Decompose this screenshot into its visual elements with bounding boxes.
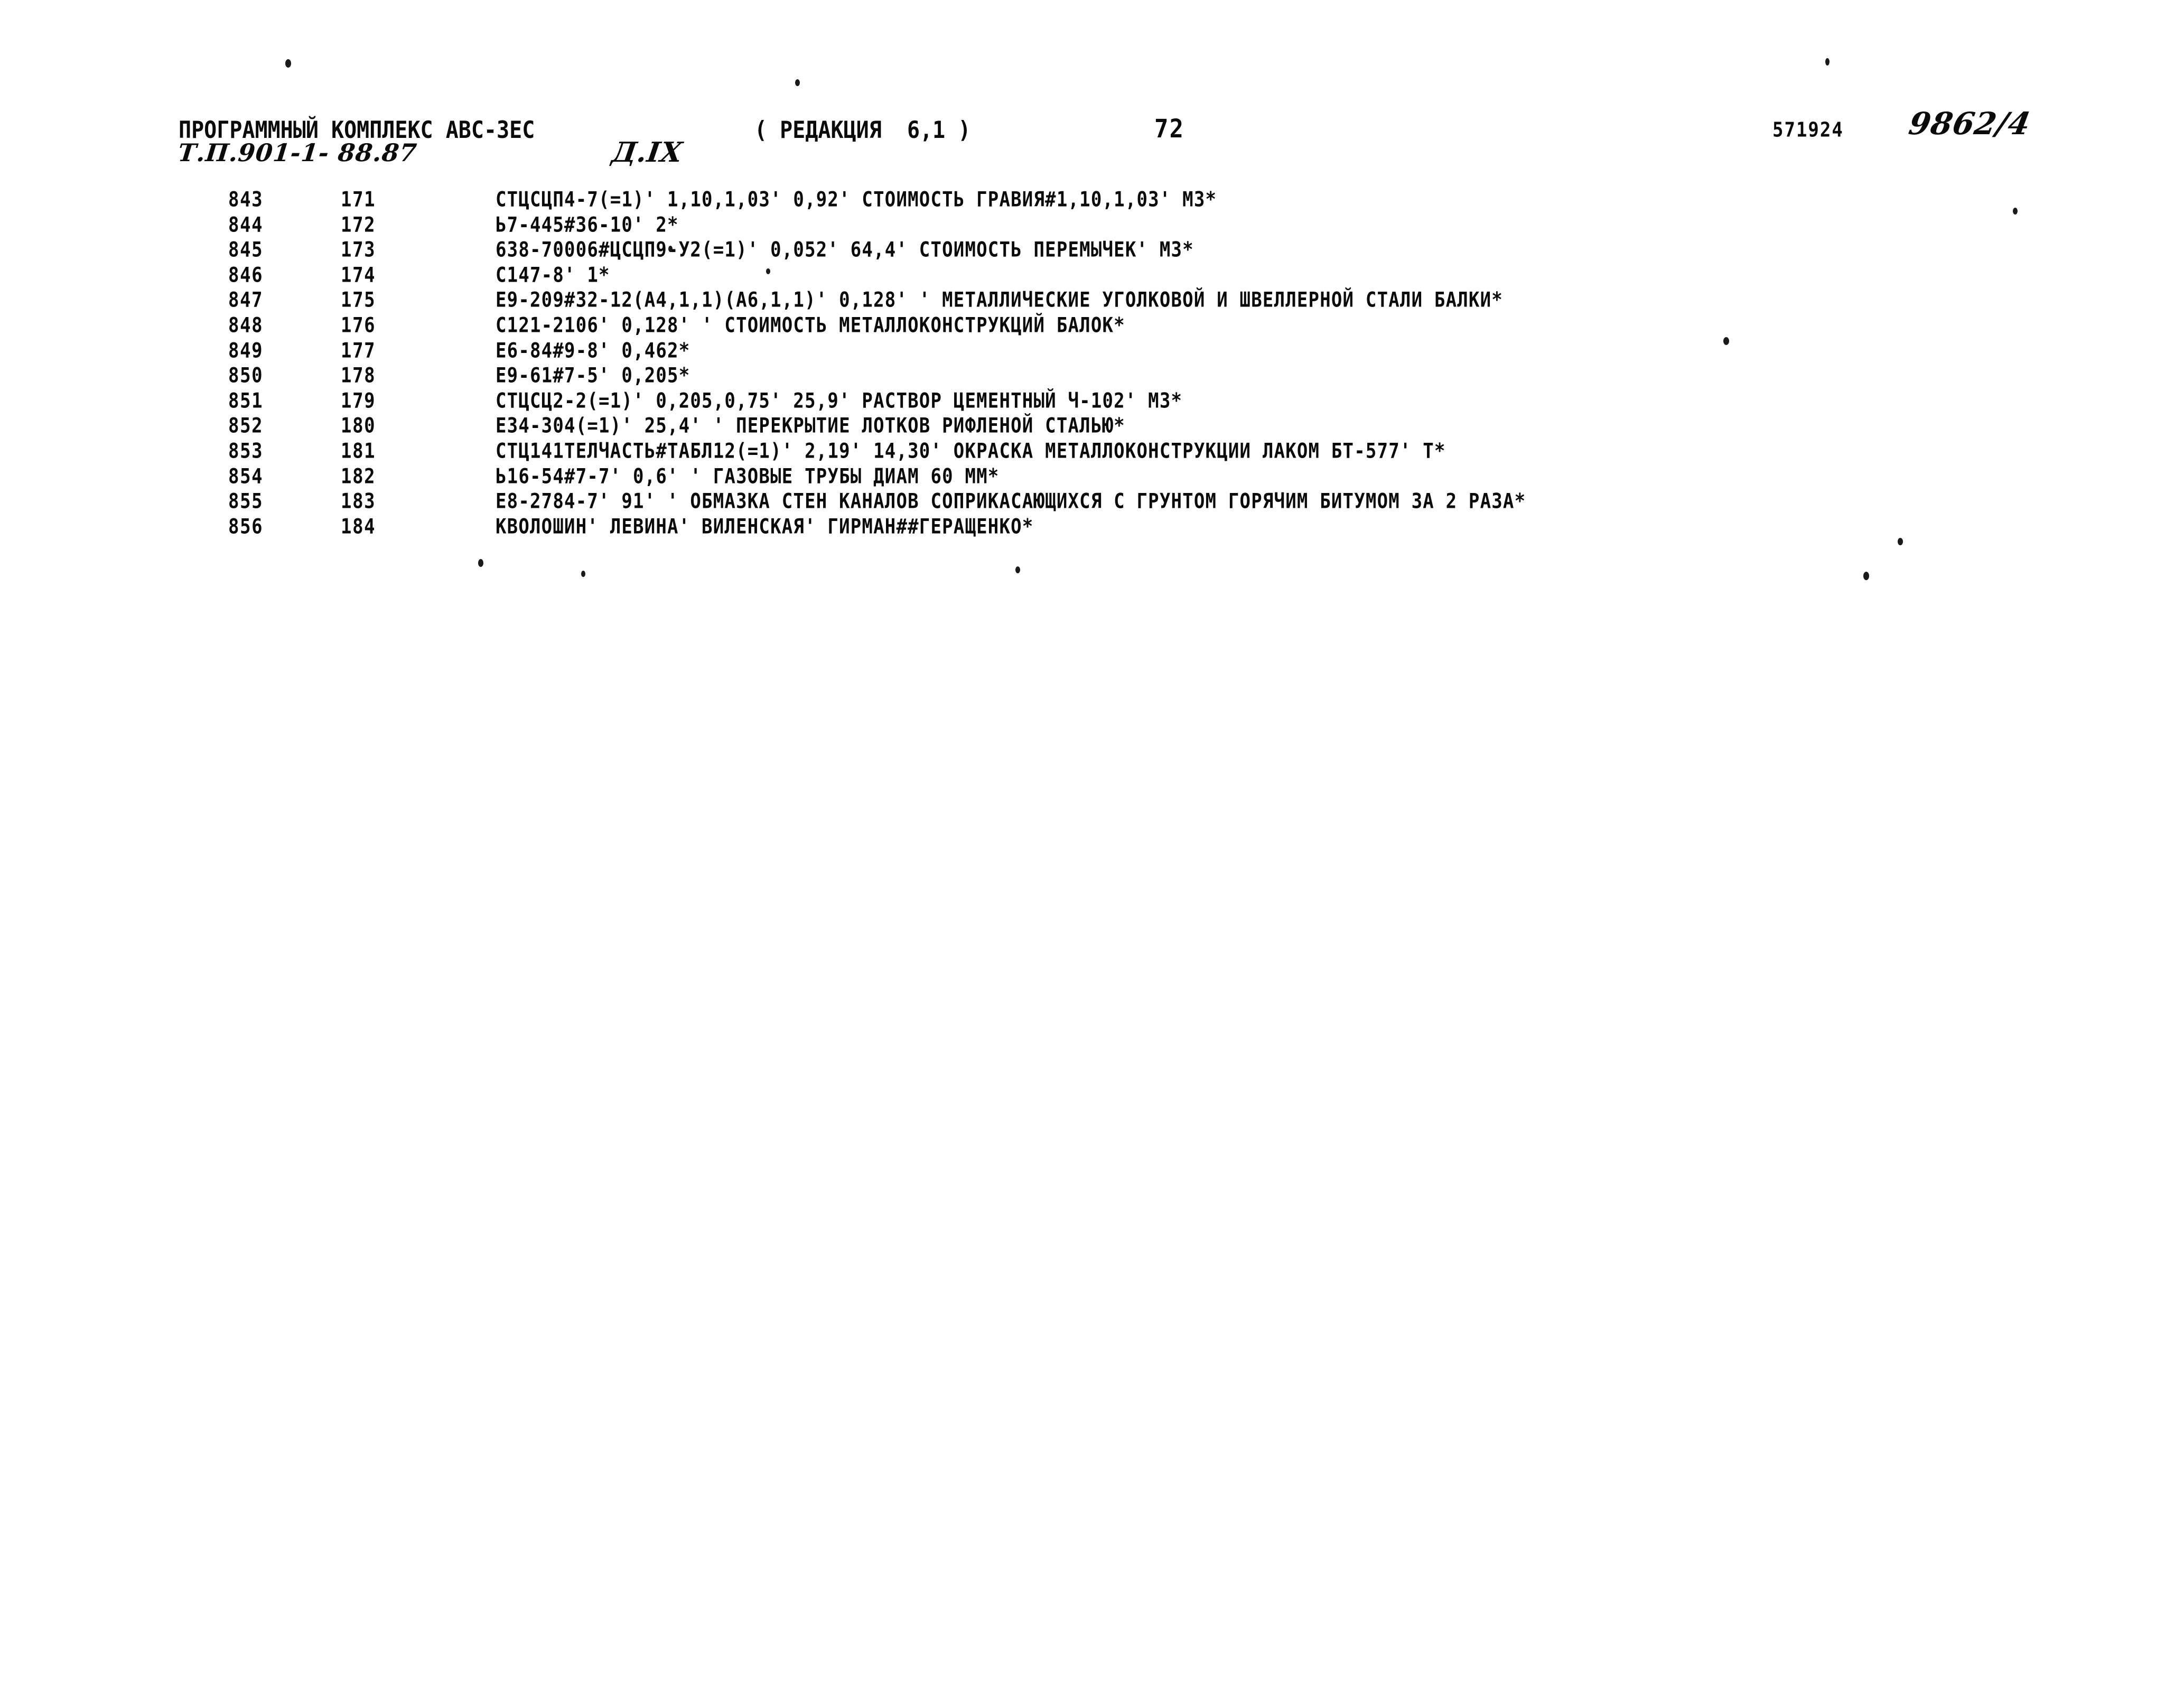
listing-row: 845 173 638-70006#ЦСЦП9-У2(=1)' 0,052' 6…: [0, 238, 2184, 263]
listing-row: 846 174 С147-8' 1*: [0, 263, 2184, 288]
row-sequence: 855: [228, 489, 264, 514]
row-text: Ь7-445#36-10' 2*: [496, 212, 679, 237]
row-number: 183: [341, 489, 376, 514]
row-text: Е6-84#9-8' 0,462*: [496, 338, 690, 363]
row-text: Е8-2784-7' 91' ' ОБМАЗКА СТЕН КАНАЛОВ СО…: [496, 489, 1526, 514]
scan-speck: [1863, 572, 1869, 580]
row-number: 172: [341, 212, 376, 237]
scan-speck: [1723, 337, 1729, 345]
listing-row: 856 184 КВОЛОШИН' ЛЕВИНА' ВИЛЕНСКАЯ' ГИР…: [0, 515, 2184, 540]
listing-row: 851 179 СТЦСЦ2-2(=1)' 0,205,0,75' 25,9' …: [0, 389, 2184, 414]
row-text: Е34-304(=1)' 25,4' ' ПЕРЕКРЫТИЕ ЛОТКОВ Р…: [496, 414, 1125, 438]
listing-row: 847 175 Е9-209#32-12(А4,1,1)(А6,1,1)' 0,…: [0, 288, 2184, 313]
scan-speck: [668, 246, 673, 252]
row-sequence: 847: [228, 288, 264, 312]
row-number: 177: [341, 338, 376, 363]
listing-row: 848 176 С121-2106' 0,128' ' СТОИМОСТЬ МЕ…: [0, 313, 2184, 339]
row-text: С147-8' 1*: [496, 263, 610, 287]
row-sequence: 845: [228, 238, 264, 262]
row-sequence: 851: [228, 388, 264, 413]
row-number: 178: [341, 364, 376, 388]
row-sequence: 844: [228, 212, 264, 237]
row-number: 173: [341, 238, 376, 262]
scan-speck: [1825, 58, 1830, 66]
listing-row: 852 180 Е34-304(=1)' 25,4' ' ПЕРЕКРЫТИЕ …: [0, 414, 2184, 439]
scan-speck: [285, 59, 291, 68]
listing-row: 854 182 Ь16-54#7-7' 0,6' ' ГАЗОВЫЕ ТРУБЫ…: [0, 464, 2184, 490]
document-code: 571924: [1772, 118, 1844, 142]
row-sequence: 843: [228, 188, 264, 212]
row-text: Е9-209#32-12(А4,1,1)(А6,1,1)' 0,128' ' М…: [496, 288, 1503, 312]
listing-row: 853 181 СТЦ141ТЕЛЧАСТЬ#ТАБЛ12(=1)' 2,19'…: [0, 439, 2184, 464]
scan-speck: [2013, 208, 2018, 215]
row-text: Ь16-54#7-7' 0,6' ' ГАЗОВЫЕ ТРУБЫ ДИАМ 60…: [496, 464, 1000, 489]
row-sequence: 850: [228, 364, 264, 388]
row-sequence: 852: [228, 414, 264, 438]
row-sequence: 846: [228, 263, 264, 287]
listing-row: 844 172 Ь7-445#36-10' 2*: [0, 213, 2184, 238]
listing-row: 850 178 Е9-61#7-5' 0,205*: [0, 364, 2184, 389]
row-number: 174: [341, 263, 376, 287]
row-number: 175: [341, 288, 376, 312]
listing-row: 855 183 Е8-2784-7' 91' ' ОБМАЗКА СТЕН КА…: [0, 489, 2184, 515]
row-sequence: 856: [228, 514, 264, 539]
revision-label: ( РЕДАКЦИЯ 6,1 ): [754, 116, 971, 144]
handwritten-archive-number: 9862/4: [1906, 106, 2033, 142]
row-sequence: 854: [228, 464, 264, 489]
handwritten-typical-project: Т.П.901-1- 88.87: [176, 138, 418, 167]
row-number: 180: [341, 414, 376, 438]
handwritten-section-label: Д.IX: [610, 136, 685, 169]
scan-speck: [795, 79, 800, 86]
scan-speck: [1898, 538, 1903, 545]
listing-row: 849 177 Е6-84#9-8' 0,462*: [0, 339, 2184, 364]
row-number: 176: [341, 313, 376, 338]
row-sequence: 849: [228, 338, 264, 363]
page-number: 72: [1154, 114, 1184, 144]
scan-speck: [766, 268, 770, 274]
scanned-page: ПРОГРАММНЫЙ КОМПЛЕКС АВС-3ЕС ( РЕДАКЦИЯ …: [0, 0, 2184, 1685]
row-text: СТЦ141ТЕЛЧАСТЬ#ТАБЛ12(=1)' 2,19' 14,30' …: [496, 439, 1446, 463]
scan-speck: [581, 571, 585, 577]
row-number: 181: [341, 439, 376, 463]
row-text: Е9-61#7-5' 0,205*: [496, 364, 690, 388]
row-number: 182: [341, 464, 376, 489]
row-number: 171: [341, 188, 376, 212]
row-number: 184: [341, 514, 376, 539]
row-text: СТЦСЦ2-2(=1)' 0,205,0,75' 25,9' РАСТВОР …: [496, 388, 1183, 413]
row-number: 179: [341, 388, 376, 413]
row-text: КВОЛОШИН' ЛЕВИНА' ВИЛЕНСКАЯ' ГИРМАН##ГЕР…: [496, 514, 1034, 539]
code-listing: 843 171 СТЦСЦП4-7(=1)' 1,10,1,03' 0,92' …: [0, 188, 2184, 539]
listing-row: 843 171 СТЦСЦП4-7(=1)' 1,10,1,03' 0,92' …: [0, 188, 2184, 213]
row-sequence: 848: [228, 313, 264, 338]
scan-speck: [478, 559, 483, 567]
row-text: С121-2106' 0,128' ' СТОИМОСТЬ МЕТАЛЛОКОН…: [496, 313, 1125, 338]
row-text: 638-70006#ЦСЦП9-У2(=1)' 0,052' 64,4' СТО…: [496, 238, 1194, 262]
scan-speck: [1015, 566, 1020, 573]
row-sequence: 853: [228, 439, 264, 463]
row-text: СТЦСЦП4-7(=1)' 1,10,1,03' 0,92' СТОИМОСТ…: [496, 188, 1217, 212]
